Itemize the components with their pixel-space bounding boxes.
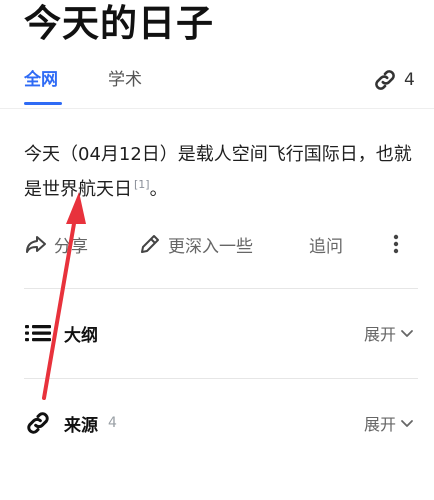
citation-link[interactable]: [1] [134,178,150,191]
pen-icon [141,235,159,253]
sources-expand-label: 展开 [363,415,396,434]
outline-section[interactable]: 大纲 展开 [24,317,418,349]
share-icon [26,236,46,253]
more-button[interactable] [388,228,410,260]
more-vertical-icon [393,234,399,254]
tab-academic[interactable]: 学术 [108,68,142,92]
link-icon [375,70,395,90]
action-bar: 分享 更深入一些 追问 [24,228,414,260]
ask-button[interactable]: 追问 [309,228,343,260]
outline-expand-label: 展开 [363,325,396,344]
share-label: 分享 [54,236,88,257]
tab-divider [0,108,434,109]
link-icon [27,412,49,434]
outline-expand-button[interactable]: 展开 [364,317,414,349]
tab-all-web[interactable]: 全网 [24,68,58,92]
list-icon [25,325,51,342]
answer-text: 今天（04月12日）是载人空间飞行国际日，也就是世界航天日 [1]。 [24,140,416,205]
link-count: 4 [404,70,415,90]
tab-sources-link[interactable]: 4 [372,67,415,93]
answer-end: 。 [149,179,168,200]
sources-section[interactable]: 来源 4 展开 [24,407,418,439]
sources-expand-button[interactable]: 展开 [364,407,414,439]
divider-2 [24,378,418,379]
ask-label: 追问 [309,236,343,257]
chevron-down-icon [401,330,413,337]
deeper-button[interactable]: 更深入一些 [138,228,253,260]
page-title: 今天的日子 [24,2,214,45]
sources-count: 4 [108,415,117,431]
deeper-label: 更深入一些 [168,236,253,257]
tab-active-underline [24,102,62,105]
sources-title: 来源 [64,415,98,436]
share-button[interactable]: 分享 [24,228,88,260]
divider-1 [24,288,418,289]
answer-body: 今天（04月12日）是载人空间飞行国际日，也就是世界航天日 [24,144,412,200]
chevron-down-icon [401,420,413,427]
outline-title: 大纲 [64,325,98,346]
